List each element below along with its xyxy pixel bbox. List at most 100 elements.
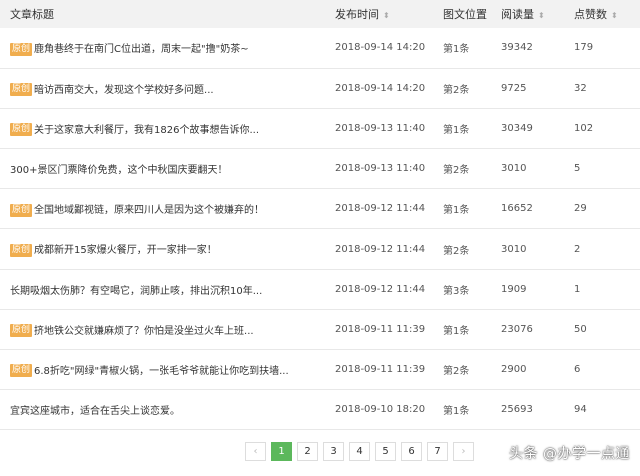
article-title-cell[interactable]: 原创 6.8折吃"网绿"青椒火锅，一张毛爷爷就能让你吃到扶墙... <box>0 350 325 390</box>
article-title-cell[interactable]: 原创 关于这家意大利餐厅，我有1826个故事想告诉你... <box>0 108 325 148</box>
header-position: 图文位置 <box>443 8 487 21</box>
publish-time-cell: 2018-09-10 18:20 <box>335 404 426 416</box>
page-button-2[interactable]: 2 <box>297 442 318 461</box>
pagination: ‹ 1 2 3 4 5 6 7 › <box>245 442 479 461</box>
article-title-link[interactable]: 6.8折吃"网绿"青椒火锅，一张毛爷爷就能让你吃到扶墙... <box>34 366 289 377</box>
article-title-link[interactable]: 暗访西南交大，发现这个学校好多问题... <box>34 85 214 96</box>
article-title-cell[interactable]: 原创 鹿角巷终于在南门C位出道，周末一起"撸"奶茶~ <box>0 28 325 68</box>
page-button-1[interactable]: 1 <box>271 442 292 461</box>
likes-cell: 102 <box>574 122 594 134</box>
position-cell: 第1条 <box>443 406 470 418</box>
reads-cell: 16652 <box>501 203 533 215</box>
article-title-cell[interactable]: 原创 暗访西南交大，发现这个学校好多问题... <box>0 68 325 108</box>
article-title-cell[interactable]: 原创 全国地域鄙视链，原来四川人是因为这个被嫌弃的！ <box>0 189 325 229</box>
position-cell: 第1条 <box>443 124 470 136</box>
reads-cell: 30349 <box>501 122 533 134</box>
position-cell: 第1条 <box>443 205 470 217</box>
reads-cell: 1909 <box>501 283 527 295</box>
article-title-link[interactable]: 300+景区门票降价免费，这个中秋国庆要翻天！ <box>10 165 227 176</box>
article-title-cell[interactable]: 长期吸烟太伤肺？有空喝它，润肺止咳，排出沉积10年... <box>0 269 325 309</box>
original-badge: 原创 <box>10 123 33 137</box>
reads-cell: 23076 <box>501 323 533 335</box>
publish-time-cell: 2018-09-14 14:20 <box>335 42 426 54</box>
likes-cell: 50 <box>574 323 587 335</box>
table-header-row: 文章标题 发布时间 ⬍ 图文位置 阅读量 ⬍ 点赞数 ⬍ <box>0 0 640 28</box>
article-title-link[interactable]: 全国地域鄙视链，原来四川人是因为这个被嫌弃的！ <box>34 205 264 216</box>
page-button-3[interactable]: 3 <box>323 442 344 461</box>
table-row: 宜宾这座城市，适合在舌尖上谈恋爱。 2018-09-10 18:20 第1条 2569… <box>0 390 640 430</box>
publish-time-cell: 2018-09-14 14:20 <box>335 82 426 94</box>
page-button-7[interactable]: 7 <box>427 442 448 461</box>
page-button-5[interactable]: 5 <box>375 442 396 461</box>
publish-time-cell: 2018-09-12 11:44 <box>335 243 426 255</box>
articles-table: 文章标题 发布时间 ⬍ 图文位置 阅读量 ⬍ 点赞数 ⬍ 原创 鹿角巷终于在南门C位出道… <box>0 0 640 430</box>
table-row: 原创 全国地域鄙视链，原来四川人是因为这个被嫌弃的！ 2018-09-12 11:4… <box>0 189 640 229</box>
article-title-cell[interactable]: 宜宾这座城市，适合在舌尖上谈恋爱。 <box>0 390 325 430</box>
header-likes[interactable]: 点赞数 ⬍ <box>564 0 640 28</box>
original-badge: 原创 <box>10 83 33 97</box>
table-row: 原创 6.8折吃"网绿"青椒火锅，一张毛爷爷就能让你吃到扶墙... 2018-09-… <box>0 350 640 390</box>
table-row: 原创 鹿角巷终于在南门C位出道，周末一起"撸"奶茶~ 2018-09-14 14:2… <box>0 28 640 69</box>
page-button-4[interactable]: 4 <box>349 442 370 461</box>
header-publish-time-label: 发布时间 <box>335 8 379 21</box>
position-cell: 第2条 <box>443 245 470 257</box>
likes-cell: 6 <box>574 364 581 376</box>
header-reads-label: 阅读量 <box>501 8 534 21</box>
likes-cell: 94 <box>574 404 587 416</box>
position-cell: 第1条 <box>443 44 470 56</box>
publish-time-cell: 2018-09-11 11:39 <box>335 323 426 335</box>
original-badge: 原创 <box>10 324 33 338</box>
publish-time-cell: 2018-09-13 11:40 <box>335 122 426 134</box>
watermark-text: 头条 @办学一点通 <box>509 446 630 462</box>
header-publish-time[interactable]: 发布时间 ⬍ <box>325 0 433 28</box>
article-title-link[interactable]: 挤地铁公交就嫌麻烦了？你怕是没坐过火车上班... <box>34 326 254 337</box>
likes-cell: 32 <box>574 82 587 94</box>
position-cell: 第1条 <box>443 325 470 337</box>
original-badge: 原创 <box>10 42 33 56</box>
reads-cell: 9725 <box>501 82 527 94</box>
position-cell: 第3条 <box>443 285 470 297</box>
article-title-link[interactable]: 宜宾这座城市，适合在舌尖上谈恋爱。 <box>10 406 180 417</box>
sort-icon[interactable]: ⬍ <box>538 11 545 20</box>
article-title-link[interactable]: 关于这家意大利餐厅，我有1826个故事想告诉你... <box>34 125 259 136</box>
position-cell: 第2条 <box>443 84 470 96</box>
sort-icon[interactable]: ⬍ <box>383 11 390 20</box>
reads-cell: 25693 <box>501 404 533 416</box>
reads-cell: 3010 <box>501 243 527 255</box>
likes-cell: 29 <box>574 203 587 215</box>
publish-time-cell: 2018-09-12 11:44 <box>335 203 426 215</box>
reads-cell: 2900 <box>501 364 527 376</box>
table-row: 300+景区门票降价免费，这个中秋国庆要翻天！ 2018-09-13 11:40 第… <box>0 149 640 189</box>
likes-cell: 5 <box>574 163 581 175</box>
publish-time-cell: 2018-09-11 11:39 <box>335 364 426 376</box>
page-button-6[interactable]: 6 <box>401 442 422 461</box>
header-title: 文章标题 <box>10 8 54 21</box>
publish-time-cell: 2018-09-12 11:44 <box>335 283 426 295</box>
article-title-link[interactable]: 鹿角巷终于在南门C位出道，周末一起"撸"奶茶~ <box>34 44 249 55</box>
article-title-cell[interactable]: 原创 挤地铁公交就嫌麻烦了？你怕是没坐过火车上班... <box>0 309 325 349</box>
header-reads[interactable]: 阅读量 ⬍ <box>491 0 564 28</box>
article-title-link[interactable]: 成都新开15家爆火餐厅，开一家排一家！ <box>34 245 217 256</box>
likes-cell: 1 <box>574 283 581 295</box>
original-badge: 原创 <box>10 364 33 378</box>
table-row: 原创 成都新开15家爆火餐厅，开一家排一家！ 2018-09-12 11:44 第2条… <box>0 229 640 270</box>
original-badge: 原创 <box>10 203 33 217</box>
likes-cell: 2 <box>574 243 581 255</box>
table-row: 长期吸烟太伤肺？有空喝它，润肺止咳，排出沉积10年... 2018-09-12 1… <box>0 269 640 310</box>
prev-page-button[interactable]: ‹ <box>245 442 266 461</box>
position-cell: 第2条 <box>443 366 470 378</box>
table-row: 原创 暗访西南交大，发现这个学校好多问题... 2018-09-14 14:20 第2… <box>0 68 640 109</box>
position-cell: 第2条 <box>443 165 470 177</box>
likes-cell: 179 <box>574 42 594 54</box>
original-badge: 原创 <box>10 243 33 257</box>
publish-time-cell: 2018-09-13 11:40 <box>335 163 426 175</box>
reads-cell: 39342 <box>501 42 533 54</box>
table-row: 原创 关于这家意大利餐厅，我有1826个故事想告诉你... 2018-09-13 1… <box>0 108 640 149</box>
article-title-cell[interactable]: 300+景区门票降价免费，这个中秋国庆要翻天！ <box>0 149 325 189</box>
sort-icon[interactable]: ⬍ <box>611 11 618 20</box>
article-title-cell[interactable]: 原创 成都新开15家爆火餐厅，开一家排一家！ <box>0 229 325 269</box>
table-row: 原创 挤地铁公交就嫌麻烦了？你怕是没坐过火车上班... 2018-09-11 11:… <box>0 309 640 350</box>
article-title-link[interactable]: 长期吸烟太伤肺？有空喝它，润肺止咳，排出沉积10年... <box>10 286 262 297</box>
reads-cell: 3010 <box>501 163 527 175</box>
next-page-button[interactable]: › <box>453 442 474 461</box>
